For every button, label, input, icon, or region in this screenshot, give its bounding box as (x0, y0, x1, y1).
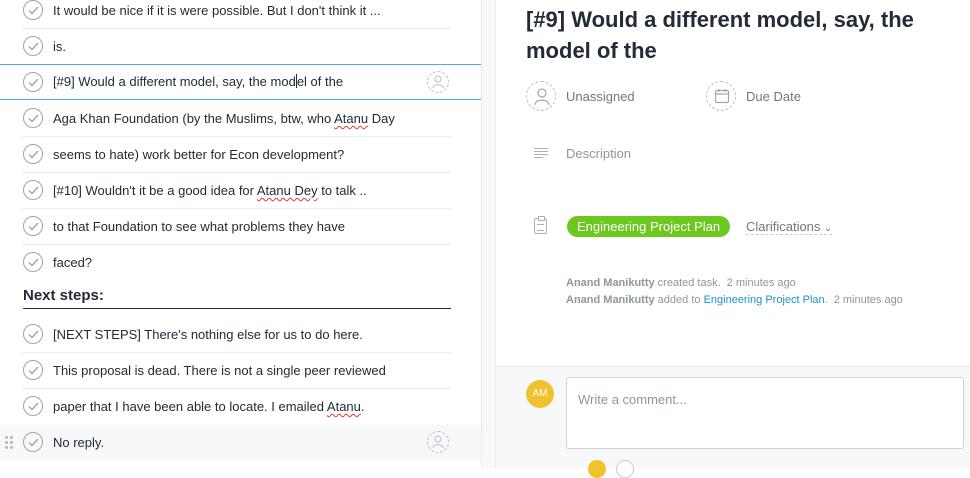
task-name-part: el of the (296, 74, 344, 89)
grip-dot (5, 441, 8, 444)
icon-line (534, 157, 543, 158)
task-name-part: . (360, 399, 365, 414)
user-icon[interactable] (526, 81, 556, 111)
chevron-down-icon: ⌄ (824, 223, 833, 234)
check-icon[interactable] (23, 180, 43, 200)
task-name[interactable]: faced? (53, 255, 92, 270)
task-name-part: [#10] Wouldn't it be a good idea for (53, 183, 257, 198)
follower-avatar[interactable] (588, 460, 606, 478)
task-detail-pane: [#9] Would a different model, say, the m… (496, 0, 970, 478)
task-row[interactable]: [#10] Wouldn't it be a good idea for Ata… (0, 173, 481, 209)
story-added: Anand Manikutty added to Engineering Pro… (566, 294, 903, 306)
check-icon[interactable] (23, 72, 43, 92)
check-icon[interactable] (23, 252, 43, 272)
task-row[interactable]: [NEXT STEPS] There's nothing else for us… (0, 317, 481, 353)
misspelled-word: Atanu (334, 111, 369, 126)
story-actor[interactable]: Anand Manikutty (566, 294, 655, 306)
check-icon[interactable] (23, 324, 43, 344)
task-name-part: Aga Khan Foundation (by the Muslims, btw… (53, 111, 335, 126)
task-row-selected[interactable]: [#9] Would a different model, say, the m… (0, 64, 481, 100)
pane-divider[interactable] (481, 0, 496, 468)
grip-dot (10, 446, 13, 449)
project-pill[interactable]: Engineering Project Plan (567, 216, 731, 237)
misspelled-word: Atanu Dey (256, 183, 318, 198)
task-name-part: [#9] Would a different model, say, the m… (53, 74, 296, 89)
story-time: 2 minutes ago (726, 277, 796, 289)
check-icon[interactable] (23, 216, 43, 236)
story-actor[interactable]: Anand Manikutty (566, 277, 655, 289)
section-dropdown-label: Clarifications (746, 219, 821, 234)
task-row[interactable]: It would be nice if it is were possible.… (0, 0, 481, 29)
story-created: Anand Manikutty created task. 2 minutes a… (566, 277, 796, 289)
check-icon[interactable] (23, 36, 43, 56)
check-icon[interactable] (23, 396, 43, 416)
calendar-icon[interactable] (706, 81, 736, 111)
section-header[interactable]: Next steps: (23, 287, 451, 309)
task-name[interactable]: seems to hate) work better for Econ deve… (53, 147, 344, 162)
icon-line (534, 154, 548, 155)
task-row[interactable]: seems to hate) work better for Econ deve… (0, 137, 481, 173)
task-name-part: paper that I have been able to locate. I… (53, 399, 327, 414)
section-label[interactable]: Next steps: (23, 287, 104, 304)
assignee-icon[interactable] (427, 431, 449, 453)
task-name[interactable]: This proposal is dead. There is not a si… (53, 363, 386, 378)
due-date-field[interactable]: Due Date (706, 81, 856, 111)
task-name[interactable]: It would be nice if it is were possible.… (53, 3, 381, 18)
task-list-pane: It would be nice if it is were possible.… (0, 0, 481, 468)
task-row[interactable]: Aga Khan Foundation (by the Muslims, btw… (0, 101, 481, 137)
misspelled-word: Atanu (326, 399, 361, 414)
task-name[interactable]: paper that I have been able to locate. I… (53, 399, 365, 414)
task-row[interactable]: paper that I have been able to locate. I… (0, 389, 481, 425)
grip-dot (5, 436, 8, 439)
grip-dot (10, 441, 13, 444)
icon-line (534, 151, 548, 152)
grip-dot (5, 446, 8, 449)
task-name[interactable]: Aga Khan Foundation (by the Muslims, btw… (53, 111, 395, 126)
task-row[interactable]: faced? (0, 245, 481, 281)
avatar: AM (526, 380, 554, 408)
comment-input[interactable]: Write a comment... (566, 377, 964, 449)
check-icon[interactable] (23, 432, 43, 452)
comment-placeholder: Write a comment... (578, 392, 687, 407)
task-row[interactable]: This proposal is dead. There is not a si… (0, 353, 481, 389)
story-punctuation: . (824, 294, 828, 306)
story-time: 2 minutes ago (833, 294, 903, 306)
task-name[interactable]: to that Foundation to see what problems … (53, 219, 345, 234)
description-icon (534, 148, 548, 158)
drag-handle-icon[interactable] (5, 436, 13, 450)
task-row[interactable]: is. (0, 29, 481, 65)
task-title[interactable]: [#9] Would a different model, say, the m… (526, 4, 956, 66)
clipboard-icon (534, 216, 547, 234)
task-row[interactable]: to that Foundation to see what problems … (0, 209, 481, 245)
check-icon[interactable] (23, 108, 43, 128)
assignee-icon[interactable] (427, 71, 449, 93)
grip-dot (10, 436, 13, 439)
check-icon[interactable] (23, 360, 43, 380)
description-field[interactable]: Description (566, 146, 631, 161)
task-row-hovered[interactable]: No reply. (0, 425, 481, 461)
task-name-part: Day (368, 111, 395, 126)
add-follower-icon[interactable] (616, 460, 634, 478)
due-date-label[interactable]: Due Date (746, 89, 801, 104)
task-name[interactable]: [#10] Wouldn't it be a good idea for Ata… (53, 183, 367, 198)
section-dropdown[interactable]: Clarifications ⌄ (746, 219, 833, 235)
story-action: added to (654, 294, 704, 306)
story-action: created task. (654, 277, 721, 289)
task-name[interactable]: [NEXT STEPS] There's nothing else for us… (53, 327, 363, 342)
assignee-label[interactable]: Unassigned (566, 89, 635, 104)
check-icon[interactable] (23, 144, 43, 164)
project-link[interactable]: Engineering Project Plan (704, 294, 825, 306)
check-icon[interactable] (23, 0, 43, 20)
assignee-field[interactable]: Unassigned (526, 81, 676, 111)
icon-line (534, 148, 548, 149)
task-name[interactable]: No reply. (53, 435, 104, 450)
task-name-part: to talk .. (317, 183, 367, 198)
task-name-editing[interactable]: [#9] Would a different model, say, the m… (53, 74, 343, 89)
task-name[interactable]: is. (53, 39, 66, 54)
